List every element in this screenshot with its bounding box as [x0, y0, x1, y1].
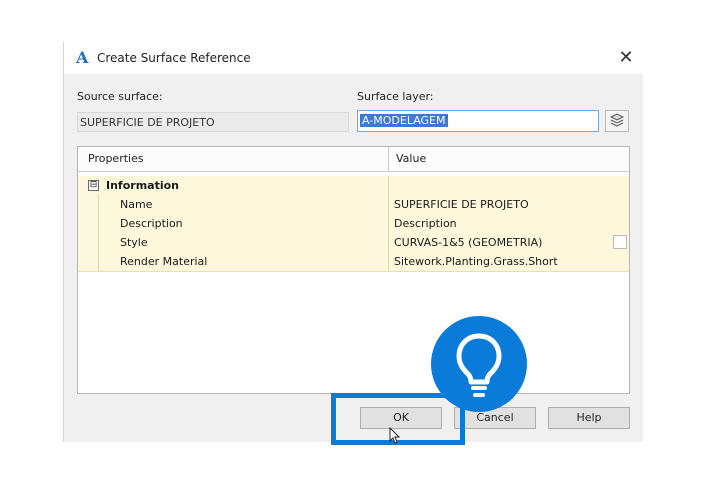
lightbulb-badge: [431, 316, 527, 412]
category-label: Information: [106, 179, 179, 192]
style-dropdown-button[interactable]: [613, 235, 627, 249]
property-label: Name: [120, 198, 153, 211]
property-row-name[interactable]: Name SUPERFICIE DE PROJETO: [78, 195, 629, 215]
mouse-cursor-icon: [389, 427, 401, 444]
property-row-render-material[interactable]: Render Material Sitework.Planting.Grass.…: [78, 252, 629, 272]
close-button[interactable]: ✕: [614, 46, 638, 70]
autocad-app-icon: A: [76, 48, 89, 67]
source-surface-label: Source surface:: [77, 90, 163, 103]
help-button[interactable]: Help: [548, 407, 630, 429]
header-value: Value: [396, 152, 427, 165]
collapse-toggle-icon[interactable]: ⊟: [88, 180, 99, 191]
property-value: CURVAS-1&5 (GEOMETRIA): [394, 236, 543, 249]
grid-header: Properties Value: [78, 147, 629, 172]
property-label: Render Material: [120, 255, 208, 268]
source-surface-field: SUPERFICIE DE PROJETO: [77, 112, 349, 132]
layers-icon: [609, 113, 625, 127]
create-surface-reference-dialog: A Create Surface Reference ✕ Source surf…: [63, 42, 644, 442]
property-value: SUPERFICIE DE PROJETO: [394, 198, 529, 211]
property-row-style[interactable]: Style CURVAS-1&5 (GEOMETRIA): [78, 233, 629, 253]
layer-select-button[interactable]: [605, 110, 629, 132]
property-label: Description: [120, 217, 183, 230]
property-row-description[interactable]: Description Description: [78, 214, 629, 234]
dialog-title: Create Surface Reference: [97, 51, 251, 65]
properties-grid: Properties Value ⊟ Information Name SUPE…: [77, 146, 630, 394]
property-label: Style: [120, 236, 148, 249]
lightbulb-icon: [456, 333, 502, 397]
surface-layer-value: A-MODELAGEM: [360, 114, 448, 127]
category-row-information[interactable]: ⊟ Information: [78, 176, 629, 196]
surface-layer-input[interactable]: A-MODELAGEM: [357, 110, 599, 132]
header-properties: Properties: [88, 152, 144, 165]
surface-layer-label: Surface layer:: [357, 90, 434, 103]
property-value: Sitework.Planting.Grass.Short: [394, 255, 558, 268]
property-value: Description: [394, 217, 457, 230]
title-bar: A Create Surface Reference ✕: [64, 42, 644, 74]
